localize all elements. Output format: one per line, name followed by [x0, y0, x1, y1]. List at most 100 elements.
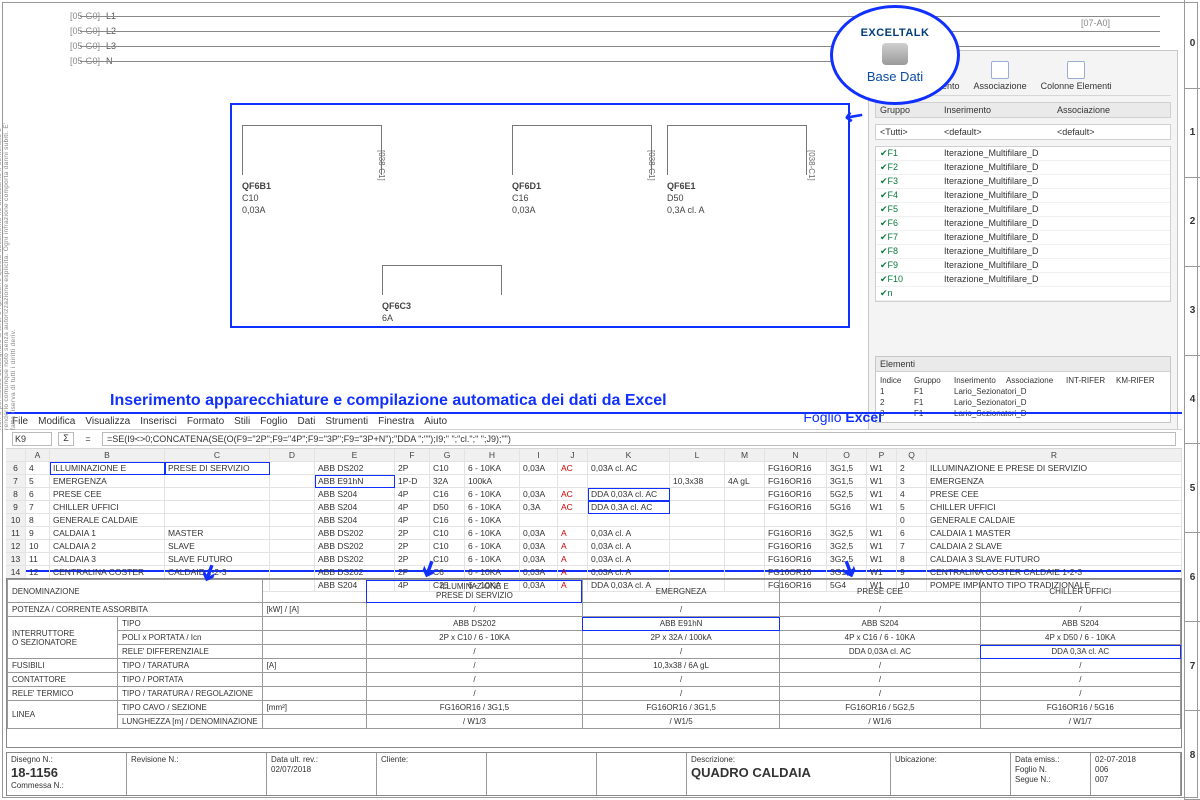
cell[interactable]: AC — [558, 462, 588, 475]
cell[interactable]: PRESE CEE — [927, 488, 1182, 501]
cell[interactable]: CALDAIA 3 — [50, 553, 165, 566]
col-header[interactable]: INT-RIFER — [1066, 376, 1116, 385]
col-letter[interactable]: L — [670, 449, 725, 462]
excel-row[interactable]: 64ILLUMINAZIONE EPRESE DI SERVIZIOABB DS… — [6, 462, 1182, 475]
ribbon-item[interactable]: Colonne Elementi — [1041, 61, 1112, 91]
cell[interactable]: 4 — [26, 462, 50, 475]
cell[interactable]: ABB DS202 — [315, 462, 395, 475]
cell[interactable]: W1 — [867, 540, 897, 553]
row-number[interactable]: 7 — [6, 475, 26, 488]
cell[interactable]: C10 — [430, 527, 465, 540]
menu-item[interactable]: Strumenti — [325, 416, 368, 427]
panel-row[interactable]: ✔F8Iterazione_Multifilare_D — [876, 245, 1170, 259]
row-number[interactable]: 6 — [6, 462, 26, 475]
cell[interactable]: 0,03A — [520, 488, 558, 501]
cell[interactable] — [725, 462, 765, 475]
menu-item[interactable]: Finestra — [378, 416, 414, 427]
cell[interactable]: 32A — [430, 475, 465, 488]
cell[interactable] — [520, 514, 558, 527]
cell[interactable] — [270, 553, 315, 566]
cell[interactable]: 3G2,5 — [827, 540, 867, 553]
col-header[interactable]: Gruppo — [880, 105, 940, 115]
row-number[interactable]: 10 — [6, 514, 26, 527]
cell[interactable] — [165, 475, 270, 488]
cell[interactable]: CHILLER UFFICI — [50, 501, 165, 514]
cell[interactable]: ILLUMINAZIONE E — [50, 462, 165, 475]
col-letter[interactable]: K — [588, 449, 670, 462]
cell[interactable]: FG16OR16 — [765, 553, 827, 566]
cell[interactable] — [725, 488, 765, 501]
cell[interactable]: C10 — [430, 540, 465, 553]
menu-item[interactable]: Stili — [234, 416, 250, 427]
col-letter[interactable]: O — [827, 449, 867, 462]
col-letter[interactable]: A — [26, 449, 50, 462]
cell[interactable]: 6 - 10KA — [465, 540, 520, 553]
cell[interactable] — [270, 488, 315, 501]
cell[interactable]: AC — [558, 488, 588, 501]
cell[interactable] — [725, 527, 765, 540]
cell[interactable]: W1 — [867, 527, 897, 540]
cell[interactable]: 0,03A cl. AC — [588, 462, 670, 475]
cell[interactable]: FG16OR16 — [765, 527, 827, 540]
col-letter[interactable]: F — [395, 449, 430, 462]
cell[interactable] — [670, 488, 725, 501]
cell[interactable]: 5G2,5 — [827, 488, 867, 501]
excel-row[interactable]: 75EMERGENZAABB E91hN1P-D32A100kA10,3x384… — [6, 475, 1182, 488]
cell[interactable]: ABB S204 — [315, 514, 395, 527]
cell[interactable]: ABB DS202 — [315, 527, 395, 540]
cell[interactable]: 8 — [897, 553, 927, 566]
cell[interactable]: 0,03A — [520, 540, 558, 553]
cell[interactable]: 3G2,5 — [827, 527, 867, 540]
sigma-icon[interactable]: Σ — [58, 432, 74, 446]
cell[interactable]: W1 — [867, 488, 897, 501]
cell[interactable] — [520, 475, 558, 488]
cell[interactable]: 6 - 10KA — [465, 462, 520, 475]
cell[interactable]: ABB S204 — [315, 488, 395, 501]
cell[interactable]: C16 — [430, 488, 465, 501]
menu-item[interactable]: Modifica — [38, 416, 75, 427]
cell[interactable]: CALDAIA 1 — [50, 527, 165, 540]
cell[interactable]: W1 — [867, 501, 897, 514]
cell[interactable]: 0,03A — [520, 553, 558, 566]
cell[interactable]: FG16OR16 — [765, 462, 827, 475]
row-number[interactable]: 9 — [6, 501, 26, 514]
menu-item[interactable]: Visualizza — [85, 416, 130, 427]
cell[interactable]: CALDAIA 2 — [50, 540, 165, 553]
cell[interactable]: 4 — [897, 488, 927, 501]
row-number[interactable]: 12 — [6, 540, 26, 553]
cell[interactable] — [867, 514, 897, 527]
excel-row[interactable]: 97CHILLER UFFICIABB S2044PD506 - 10KA0,3… — [6, 501, 1182, 514]
cell[interactable]: 6 - 10KA — [465, 514, 520, 527]
cell[interactable] — [670, 501, 725, 514]
cell[interactable]: 0,3A — [520, 501, 558, 514]
cell[interactable]: 5G16 — [827, 501, 867, 514]
cell[interactable]: FG16OR16 — [765, 540, 827, 553]
cell[interactable]: 6 - 10KA — [465, 501, 520, 514]
cell[interactable]: 4P — [395, 488, 430, 501]
col-letter[interactable]: P — [867, 449, 897, 462]
cell[interactable]: 11 — [26, 553, 50, 566]
cell[interactable]: CALDAIA 1 MASTER — [927, 527, 1182, 540]
col-header[interactable]: Gruppo — [914, 376, 954, 385]
cell[interactable]: 0 — [897, 514, 927, 527]
cell[interactable]: A — [558, 553, 588, 566]
panel-sub-row[interactable]: 2F1Lario_Sezionatori_D — [880, 397, 1166, 408]
cell[interactable]: 4P — [395, 501, 430, 514]
col-letter[interactable] — [6, 449, 26, 462]
cell[interactable]: W1 — [867, 553, 897, 566]
col-letter[interactable]: C — [165, 449, 270, 462]
cell[interactable] — [165, 501, 270, 514]
cell[interactable] — [165, 488, 270, 501]
cell[interactable]: FG16OR16 — [765, 475, 827, 488]
cell[interactable] — [270, 501, 315, 514]
cell[interactable]: 0,03A cl. A — [588, 540, 670, 553]
cell[interactable]: C16 — [430, 514, 465, 527]
cell[interactable]: FG16OR16 — [765, 488, 827, 501]
cell[interactable]: GENERALE CALDAIE — [50, 514, 165, 527]
col-letter[interactable]: J — [558, 449, 588, 462]
exceltalk-badge[interactable]: EXCELTALK Base Dati — [830, 5, 960, 105]
excel-row[interactable]: 108GENERALE CALDAIEABB S2044PC166 - 10KA… — [6, 514, 1182, 527]
col-header[interactable]: Inserimento — [944, 105, 1053, 115]
cell[interactable]: 0,03A — [520, 462, 558, 475]
cell[interactable]: 6 - 10KA — [465, 527, 520, 540]
